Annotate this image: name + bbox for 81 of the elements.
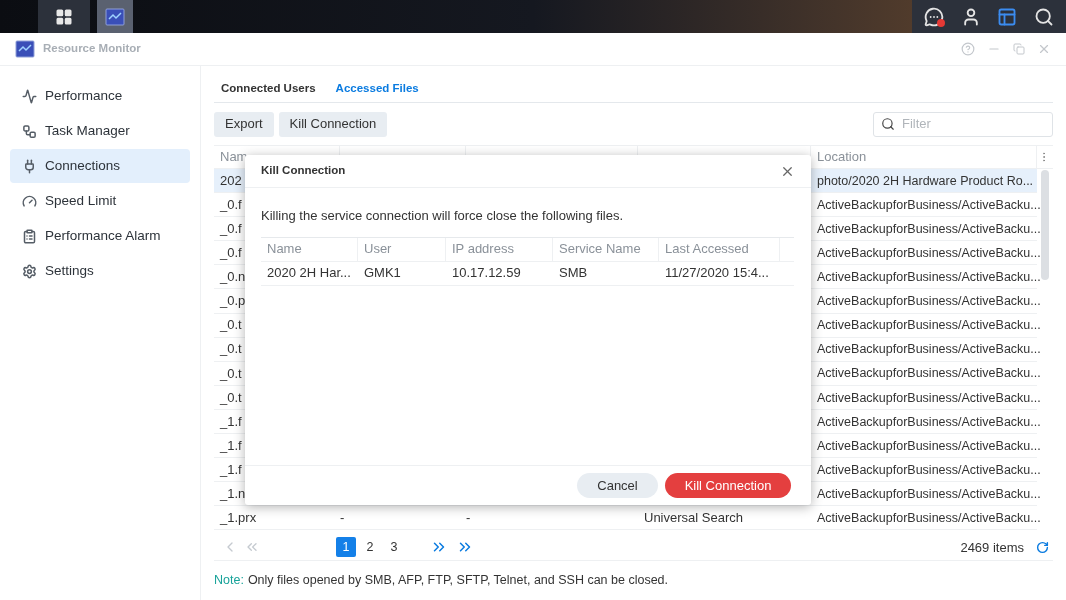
table-cell: ActiveBackupforBusiness/ActiveBacku... xyxy=(817,390,1041,405)
dialog-message: Killing the service connection will force close the following files. xyxy=(261,207,624,225)
table-cell: ActiveBackupforBusiness/ActiveBacku... xyxy=(817,221,1041,236)
table-cell: ActiveBackupforBusiness/ActiveBacku... xyxy=(817,366,1041,381)
sidebar-item[interactable]: Speed Limit xyxy=(10,184,190,218)
table-cell: _0.t xyxy=(220,341,242,357)
sidebar-item[interactable]: Task Manager xyxy=(10,114,190,148)
page-button[interactable]: 2 xyxy=(360,537,380,558)
column-header: Last Accessed xyxy=(659,237,780,261)
sidebar-item[interactable]: Connections xyxy=(10,149,190,183)
note-label: Note: xyxy=(214,572,244,590)
table-cell-text: 11/27/2020 15:4... xyxy=(664,264,770,283)
settings-icon xyxy=(22,263,37,279)
table-cell: _1.f xyxy=(220,461,242,477)
table-cell: ActiveBackupforBusiness/ActiveBacku... xyxy=(817,438,1041,453)
table-cell: _1.prx xyxy=(220,510,257,526)
scrollbar[interactable] xyxy=(1041,170,1049,280)
table-cell: _0.n xyxy=(220,269,246,285)
search-icon xyxy=(881,117,895,131)
branches-icon xyxy=(22,123,37,139)
table-cell: photo/2020 2H Hardware Product Ro... xyxy=(817,173,1034,188)
table-cell: _0.t xyxy=(220,365,242,381)
table-cell: ActiveBackupforBusiness/ActiveBacku... xyxy=(817,462,1041,477)
table-cell: ActiveBackupforBusiness/ActiveBacku... xyxy=(817,486,1041,501)
table-cell-text: SMB xyxy=(558,264,589,283)
table-cell: ActiveBackupforBusiness/ActiveBacku... xyxy=(817,197,1041,212)
page-button[interactable]: 1 xyxy=(336,537,356,558)
table-cell: - xyxy=(466,510,471,526)
table-cell-text: 2020 2H Har... xyxy=(266,264,352,283)
sidebar-item[interactable]: Settings xyxy=(10,254,190,288)
filter-field[interactable]: Filter xyxy=(873,111,1053,137)
table-cell: _1.n xyxy=(220,486,246,501)
refresh-icon[interactable] xyxy=(1036,540,1049,554)
tab[interactable]: Accessed Files xyxy=(335,80,419,98)
main-menu-button[interactable] xyxy=(38,0,90,33)
kill-connection-button[interactable]: Kill Connection xyxy=(278,111,388,137)
grid-icon xyxy=(55,7,73,26)
cancel-button[interactable]: Cancel xyxy=(577,473,658,498)
gauge-icon xyxy=(22,193,37,209)
table-cell: ActiveBackupforBusiness/ActiveBacku... xyxy=(817,294,1041,309)
table-cell: 202 xyxy=(220,172,242,188)
item-count: 2469 items xyxy=(960,538,1024,557)
filter-input[interactable]: Filter xyxy=(902,114,1045,134)
widget-icon xyxy=(997,6,1018,27)
table-cell: ActiveBackupforBusiness/ActiveBacku... xyxy=(817,245,1041,260)
app-button[interactable] xyxy=(97,0,133,33)
table-cell-text: GMK1 xyxy=(363,264,402,283)
monitor-icon xyxy=(105,7,125,26)
table-cell: Universal Search xyxy=(644,510,743,526)
chat-icon xyxy=(924,6,945,27)
table-cell: _0.p xyxy=(220,293,246,309)
page-button[interactable]: 3 xyxy=(384,537,404,558)
column-header: IP address xyxy=(446,237,553,261)
column-header: User xyxy=(358,237,446,261)
table-cell: ActiveBackupforBusiness/ActiveBacku... xyxy=(817,342,1041,357)
table-cell-text: 10.17.12.59 xyxy=(451,264,522,283)
table-cell: - xyxy=(340,510,345,526)
table-cell: _0.f xyxy=(220,196,242,212)
table-cell: _0.f xyxy=(220,245,242,261)
table-cell: _0.t xyxy=(220,317,242,333)
column-header: Name xyxy=(261,237,358,261)
export-button[interactable]: Export xyxy=(214,111,274,137)
table-cell: _1.f xyxy=(220,413,242,429)
search-icon xyxy=(1033,6,1054,27)
table-cell: ActiveBackupforBusiness/ActiveBacku... xyxy=(817,318,1041,333)
tab[interactable]: Connected Users xyxy=(221,80,316,98)
sidebar-item[interactable]: Performance xyxy=(10,79,190,113)
chart-icon xyxy=(22,88,37,104)
sidebar-item[interactable]: Performance Alarm xyxy=(10,219,190,253)
table-cell: _0.t xyxy=(220,389,242,405)
table-cell: _0.f xyxy=(220,221,242,236)
note-text: Only files opened by SMB, AFP, FTP, SFTP, Telnet, and SSH can be closed. xyxy=(247,572,669,590)
kill-connection-button[interactable]: Kill Connection xyxy=(665,473,791,498)
window-title: Resource Monitor xyxy=(43,41,141,57)
table-cell: _1.f xyxy=(220,437,242,453)
plug-icon xyxy=(22,158,37,174)
table-cell: ActiveBackupforBusiness/ActiveBacku... xyxy=(817,414,1041,429)
column-header: Service Name xyxy=(553,237,659,261)
clipboard-icon xyxy=(22,228,37,244)
app-icon xyxy=(15,40,35,58)
table-cell: ActiveBackupforBusiness/ActiveBacku... xyxy=(817,270,1041,285)
